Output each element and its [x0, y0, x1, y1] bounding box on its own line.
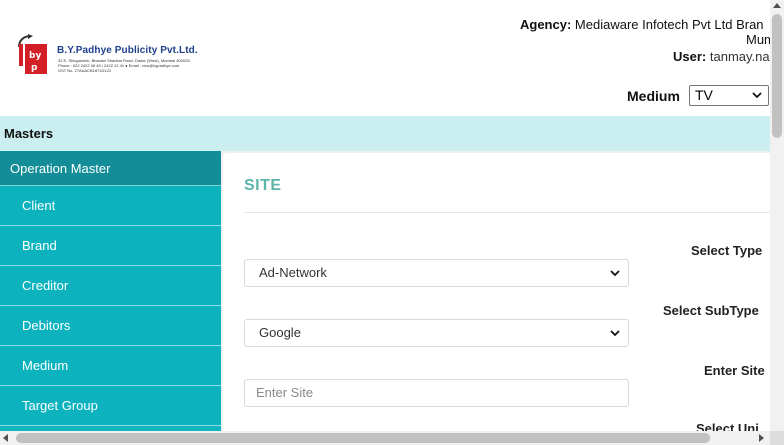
main-content: SITE Select Type Ad-Network Select SubTy…: [221, 151, 770, 431]
medium-select[interactable]: TV: [689, 85, 769, 106]
chevron-down-icon: [610, 330, 620, 337]
agency-value-continued: Mum: [746, 32, 770, 47]
select-subtype-value: Google: [259, 325, 301, 340]
select-type-dropdown[interactable]: Ad-Network: [244, 259, 629, 287]
select-unit-label: Select Uni: [696, 421, 759, 431]
select-subtype-dropdown[interactable]: Google: [244, 319, 629, 347]
vertical-scroll-thumb[interactable]: [772, 14, 782, 138]
horizontal-scroll-thumb[interactable]: [16, 433, 710, 443]
agency-value: Mediaware Infotech Pvt Ltd Bran: [574, 17, 764, 32]
medium-label: Medium: [627, 88, 680, 104]
vertical-scrollbar[interactable]: [770, 0, 784, 431]
sidebar-heading-operation-master[interactable]: Operation Master: [0, 151, 221, 186]
page-title: SITE: [244, 177, 282, 194]
chevron-down-icon: [752, 92, 762, 99]
scrollbar-corner: [770, 431, 784, 445]
svg-text:p: p: [31, 63, 38, 73]
scroll-left-arrow-icon[interactable]: [3, 434, 8, 442]
sidebar-item-medium[interactable]: Medium: [0, 346, 221, 386]
scroll-right-arrow-icon[interactable]: [759, 434, 764, 442]
sidebar-item-creditor[interactable]: Creditor: [0, 266, 221, 306]
enter-site-input[interactable]: Enter Site: [244, 379, 629, 407]
enter-site-placeholder: Enter Site: [256, 385, 314, 400]
sidebar-item-client[interactable]: Client: [0, 186, 221, 226]
select-type-value: Ad-Network: [259, 265, 327, 280]
logo-gst: GST No. 27AAACB1871D1Z2: [58, 68, 112, 73]
company-logo-icon: by p: [18, 34, 47, 74]
enter-site-label: Enter Site: [704, 363, 765, 378]
user-info: User: tanmay.na: [673, 49, 770, 64]
user-value: tanmay.na: [709, 49, 770, 64]
sidebar-item-brand[interactable]: Brand: [0, 226, 221, 266]
select-subtype-label: Select SubType: [663, 303, 759, 318]
scroll-up-arrow-icon[interactable]: [773, 3, 781, 8]
agency-info: Agency: Mediaware Infotech Pvt Ltd Bran: [520, 17, 764, 32]
svg-text:by: by: [29, 51, 41, 61]
sidebar-item-debitors[interactable]: Debitors: [0, 306, 221, 346]
logo-title: B.Y.Padhye Publicity Pvt.Ltd.: [57, 45, 198, 56]
sidebar: Operation Master Client Brand Creditor D…: [0, 151, 221, 431]
chevron-down-icon: [610, 270, 620, 277]
company-logo[interactable]: by p B.Y.Padhye Publicity Pvt.Ltd. 32 E,…: [17, 34, 217, 78]
site-form-panel: SITE Select Type Ad-Network Select SubTy…: [223, 153, 770, 431]
masters-bar: Masters: [0, 116, 770, 151]
medium-selected-value: TV: [695, 87, 713, 103]
title-divider: [244, 212, 770, 213]
sidebar-item-target-group[interactable]: Target Group: [0, 386, 221, 426]
masters-label[interactable]: Masters: [4, 126, 53, 141]
agency-label: Agency:: [520, 17, 572, 32]
page-viewport: by p B.Y.Padhye Publicity Pvt.Ltd. 32 E,…: [0, 0, 770, 431]
user-label: User:: [673, 49, 707, 64]
header: by p B.Y.Padhye Publicity Pvt.Ltd. 32 E,…: [0, 0, 770, 116]
horizontal-scrollbar[interactable]: [0, 431, 770, 445]
select-type-label: Select Type: [691, 243, 763, 258]
